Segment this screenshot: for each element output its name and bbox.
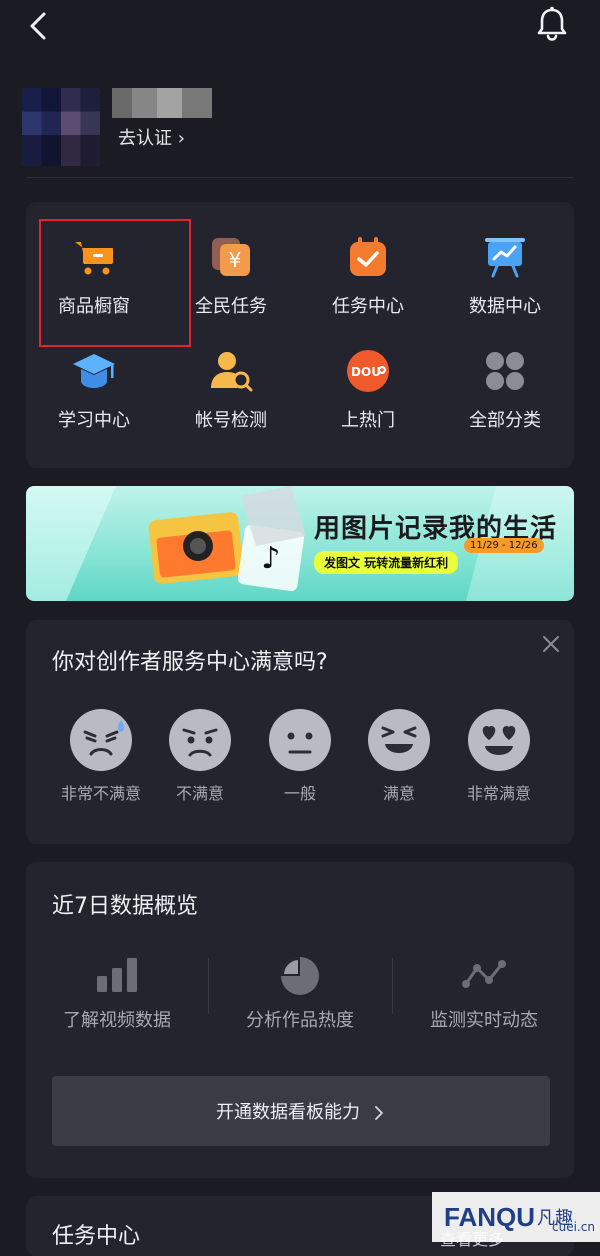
tool-task-center[interactable]: 任务中心 <box>303 214 433 317</box>
tool-label: 帐号检测 <box>195 410 267 431</box>
svg-text:♪: ♪ <box>261 541 280 576</box>
very-dissatisfied-face-icon <box>69 708 133 772</box>
divider <box>208 958 209 1014</box>
svg-text:¥: ¥ <box>229 248 242 272</box>
survey-option-label: 非常不满意 <box>60 784 141 803</box>
banner-text: 用图片记录我的生活 11/29 - 12/26 发图文 玩转流量新红利 <box>314 508 557 574</box>
button-label: 开通数据看板能力 <box>216 1102 360 1123</box>
nickname-blurred <box>112 88 212 118</box>
pie-chart-icon <box>278 954 322 998</box>
very-satisfied-face-icon <box>467 708 531 772</box>
dissatisfied-face-icon <box>168 708 232 772</box>
grid-icon <box>482 348 528 394</box>
calendar-check-icon <box>345 234 391 280</box>
watermark-logo: FANQU 凡趣 cuei.cn <box>432 1192 600 1242</box>
bar-chart-icon <box>95 954 139 998</box>
avatar[interactable] <box>22 88 100 166</box>
survey-option-very-dissatisfied[interactable]: 非常不满意 <box>56 708 146 818</box>
stat-label: 了解视频数据 <box>63 1010 171 1031</box>
watermark-brand: FANQU <box>444 1201 535 1232</box>
stats-title: 近7日数据概览 <box>52 894 198 919</box>
survey-option-label: 非常满意 <box>466 784 531 803</box>
highlight-box <box>39 219 191 347</box>
tool-label: 学习中心 <box>58 410 130 431</box>
close-icon[interactable] <box>541 634 561 654</box>
stats-overview-card: 近7日数据概览 了解视频数据 分析作品热度 监测实时动态 开通数据看板能力 <box>26 862 574 1178</box>
banner-subtitle: 发图文 玩转流量新红利 <box>314 551 459 574</box>
graduation-cap-icon <box>71 348 117 394</box>
tool-label: 任务中心 <box>332 296 404 317</box>
divider <box>392 958 393 1014</box>
back-icon[interactable] <box>22 8 58 44</box>
profile-header: 去认证 › <box>0 80 600 180</box>
presentation-chart-icon <box>482 234 528 280</box>
stat-work-heat[interactable]: 分析作品热度 <box>210 954 390 1044</box>
top-bar <box>0 0 600 60</box>
tool-all-categories[interactable]: 全部分类 <box>440 328 570 431</box>
survey-option-label: 满意 <box>382 784 415 803</box>
stat-realtime-monitor[interactable]: 监测实时动态 <box>394 954 574 1044</box>
enable-data-dashboard-button[interactable]: 开通数据看板能力 <box>52 1076 550 1146</box>
coin-yen-icon: ¥ <box>208 234 254 280</box>
promo-banner[interactable]: ♪ 用图片记录我的生活 11/29 - 12/26 发图文 玩转流量新红利 <box>26 486 574 601</box>
satisfied-face-icon <box>367 708 431 772</box>
survey-title: 你对创作者服务中心满意吗? <box>52 650 328 675</box>
survey-option-label: 不满意 <box>175 784 224 803</box>
tool-data-center[interactable]: 数据中心 <box>440 214 570 317</box>
task-center-title: 任务中心 <box>52 1224 141 1249</box>
line-trend-icon <box>462 954 506 998</box>
survey-option-very-satisfied[interactable]: 非常满意 <box>454 708 544 818</box>
tool-label: 数据中心 <box>469 296 541 317</box>
survey-option-satisfied[interactable]: 满意 <box>354 708 444 818</box>
survey-option-dissatisfied[interactable]: 不满意 <box>155 708 245 818</box>
survey-option-label: 一般 <box>283 784 316 803</box>
chevron-right-icon <box>372 1104 386 1120</box>
bell-icon[interactable] <box>532 4 572 44</box>
satisfaction-survey-card: 你对创作者服务中心满意吗? 非常不满意 不满意 一般 满意 非常满意 <box>26 620 574 844</box>
survey-option-neutral[interactable]: 一般 <box>255 708 345 818</box>
stat-label: 监测实时动态 <box>430 1010 538 1031</box>
verify-link[interactable]: 去认证 › <box>118 124 185 150</box>
svg-text:DOU: DOU <box>351 365 381 379</box>
tool-promote[interactable]: DOU 上热门 <box>303 328 433 431</box>
dou-plus-icon: DOU <box>345 348 391 394</box>
banner-dates: 11/29 - 12/26 <box>464 538 544 553</box>
stat-video-data[interactable]: 了解视频数据 <box>27 954 207 1044</box>
user-search-icon <box>208 348 254 394</box>
neutral-face-icon <box>268 708 332 772</box>
divider <box>26 177 574 178</box>
tool-label: 全部分类 <box>469 410 541 431</box>
tool-label: 上热门 <box>341 410 395 431</box>
stat-label: 分析作品热度 <box>246 1010 354 1031</box>
watermark-site: cuei.cn <box>552 1220 595 1234</box>
